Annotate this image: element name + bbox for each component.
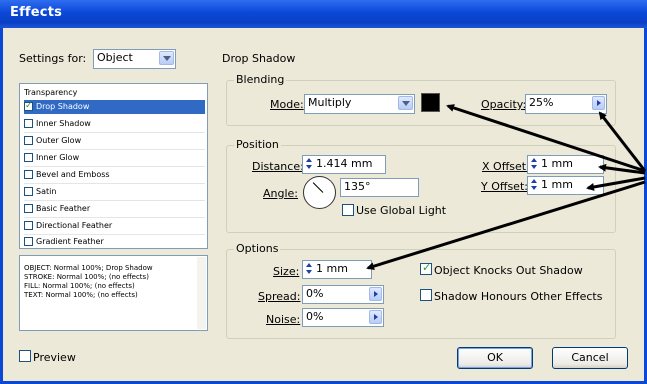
arrow-to-size	[366, 180, 646, 271]
arrow-to-swatch	[446, 104, 646, 173]
effects-dialog: Effects Settings for: Object Drop Shadow…	[0, 0, 647, 384]
arrow-to-y-offset	[586, 176, 646, 191]
annotation-arrows	[366, 104, 647, 271]
